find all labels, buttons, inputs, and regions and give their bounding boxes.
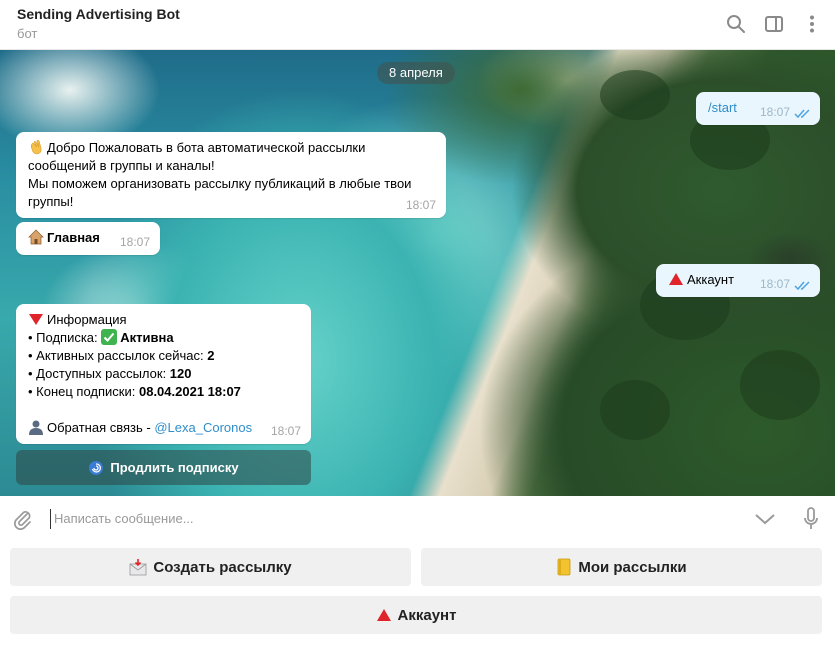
welcome-line-1: Добро Пожаловать в бота автоматической р… xyxy=(47,140,366,155)
my-mailings-label: Мои рассылки xyxy=(578,558,687,576)
envelope-arrow-icon xyxy=(129,559,147,576)
read-ticks-icon xyxy=(794,109,810,119)
sidebar-toggle-icon[interactable] xyxy=(762,12,786,36)
available-mailings-label: • Доступных рассылок: xyxy=(28,366,170,381)
active-mailings-value: 2 xyxy=(207,348,215,363)
red-triangle-icon xyxy=(376,609,391,621)
subscription-value: Активна xyxy=(120,330,174,345)
feedback-link[interactable]: @Lexa_Coronos xyxy=(154,420,252,435)
create-mailing-button[interactable]: Создать рассылку xyxy=(10,548,411,586)
welcome-line-4: группы! xyxy=(28,194,74,209)
account-text: Аккаунт xyxy=(687,272,735,287)
chevron-down-icon[interactable] xyxy=(752,506,778,532)
red-down-triangle-icon xyxy=(29,314,43,325)
chat-area: 8 апреля /start 18:07 Добро Пожаловать в… xyxy=(0,50,835,496)
welcome-line-3: Мы поможем организовать рассылку публика… xyxy=(28,176,412,191)
outgoing-message[interactable]: /start 18:07 xyxy=(696,92,820,125)
date-separator: 8 апреля xyxy=(377,62,455,84)
incoming-message[interactable]: Главная 18:07 xyxy=(16,222,160,255)
account-label: Аккаунт xyxy=(397,606,457,624)
bot-keyboard: Создать рассылку Мои рассылки Аккаунт xyxy=(0,542,835,645)
subscription-end-value: 08.04.2021 18:07 xyxy=(138,384,241,399)
home-label: Главная xyxy=(47,230,100,245)
house-icon xyxy=(28,229,44,245)
attach-icon[interactable] xyxy=(10,506,36,532)
active-mailings-label: • Активных рассылок сейчас: xyxy=(28,348,208,363)
extend-subscription-label: Продлить подписку xyxy=(110,460,239,475)
chat-title[interactable]: Sending Advertising Bot xyxy=(17,6,180,22)
user-silhouette-icon xyxy=(29,420,43,435)
message-input[interactable]: Написать сообщение... xyxy=(50,509,730,529)
message-time: 18:07 xyxy=(270,424,301,438)
feedback-label: Обратная связь - xyxy=(47,420,155,435)
red-triangle-icon xyxy=(669,273,683,285)
available-mailings-value: 120 xyxy=(169,366,192,381)
search-icon[interactable] xyxy=(724,12,748,36)
message-time: 18:07 xyxy=(759,105,790,119)
chat-subtitle: бот xyxy=(17,26,38,41)
account-button[interactable]: Аккаунт xyxy=(10,596,822,634)
welcome-line-2: сообщений в группы и каналы! xyxy=(28,158,215,173)
info-title: Информация xyxy=(47,312,127,327)
check-mark-icon xyxy=(101,329,118,345)
background-palm xyxy=(600,380,670,440)
background-palm xyxy=(600,70,670,120)
incoming-message[interactable]: Добро Пожаловать в бота автоматической р… xyxy=(16,132,446,218)
command-text[interactable]: /start xyxy=(708,100,737,115)
my-mailings-button[interactable]: Мои рассылки xyxy=(421,548,822,586)
subscription-label: • Подписка: xyxy=(28,330,102,345)
outgoing-message[interactable]: Аккаунт 18:07 xyxy=(656,264,820,297)
waving-hand-icon xyxy=(30,140,42,155)
more-vertical-icon[interactable] xyxy=(800,12,824,36)
chat-header: Sending Advertising Bot бот xyxy=(0,0,835,50)
message-composer: Написать сообщение... xyxy=(0,496,835,542)
extend-subscription-button[interactable]: Продлить подписку xyxy=(16,450,311,485)
message-time: 18:07 xyxy=(119,235,150,249)
read-ticks-icon xyxy=(794,281,810,291)
ledger-icon xyxy=(557,558,571,576)
subscription-end-label: • Конец подписки: xyxy=(28,384,139,399)
message-time: 18:07 xyxy=(759,277,790,291)
incoming-message[interactable]: Информация • Подписка: Активна • Активны… xyxy=(16,304,311,444)
message-time: 18:07 xyxy=(405,198,436,212)
cyclone-icon xyxy=(89,460,104,475)
create-mailing-label: Создать рассылку xyxy=(153,558,292,576)
microphone-icon[interactable] xyxy=(798,506,824,532)
background-palm xyxy=(740,350,820,420)
